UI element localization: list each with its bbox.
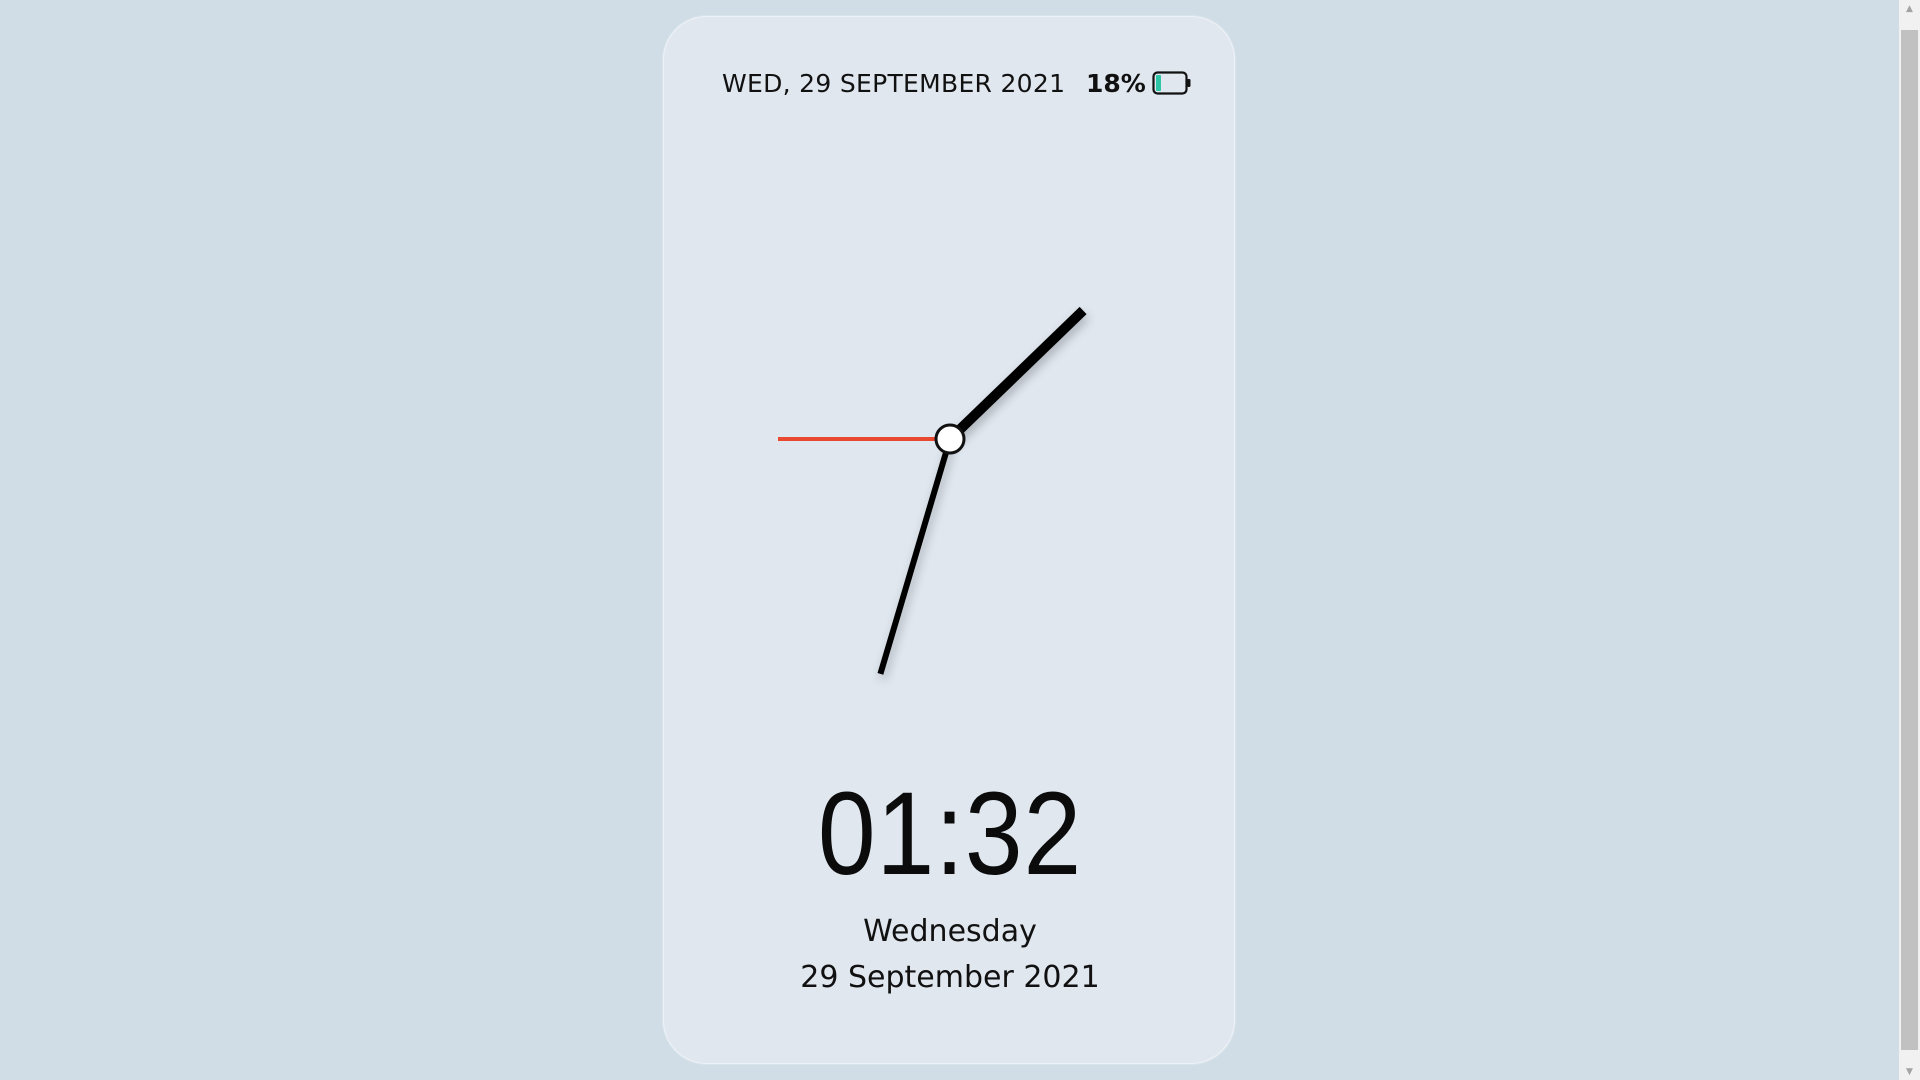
vertical-scrollbar[interactable]: ▲ ▼: [1899, 0, 1920, 1080]
phone-frame: WED, 29 SEPTEMBER 2021 18% 01:32 Wednesd…: [663, 16, 1235, 1064]
scroll-up-arrow-icon[interactable]: ▲: [1899, 0, 1920, 17]
scroll-down-arrow-icon[interactable]: ▼: [1899, 1063, 1920, 1080]
status-bar: WED, 29 SEPTEMBER 2021 18%: [664, 17, 1236, 137]
battery-indicator: 18%: [1086, 67, 1192, 99]
page-viewport: WED, 29 SEPTEMBER 2021 18% 01:32 Wednesd…: [0, 0, 1899, 1080]
hour-hand: [946, 306, 1087, 443]
battery-fill: [1155, 75, 1161, 91]
minute-hand: [877, 438, 953, 675]
clock-svg: [778, 306, 1087, 675]
battery-icon: [1152, 71, 1191, 95]
full-date: 29 September 2021: [800, 960, 1100, 995]
status-date: WED, 29 SEPTEMBER 2021: [722, 69, 1066, 98]
day-name: Wednesday: [863, 914, 1037, 949]
battery-percent: 18%: [1086, 68, 1146, 98]
scrollbar-thumb[interactable]: [1901, 30, 1918, 1050]
digital-time: 01:32: [817, 768, 1083, 900]
analog-clock: [664, 167, 1236, 727]
clock-center-cap: [934, 423, 966, 455]
